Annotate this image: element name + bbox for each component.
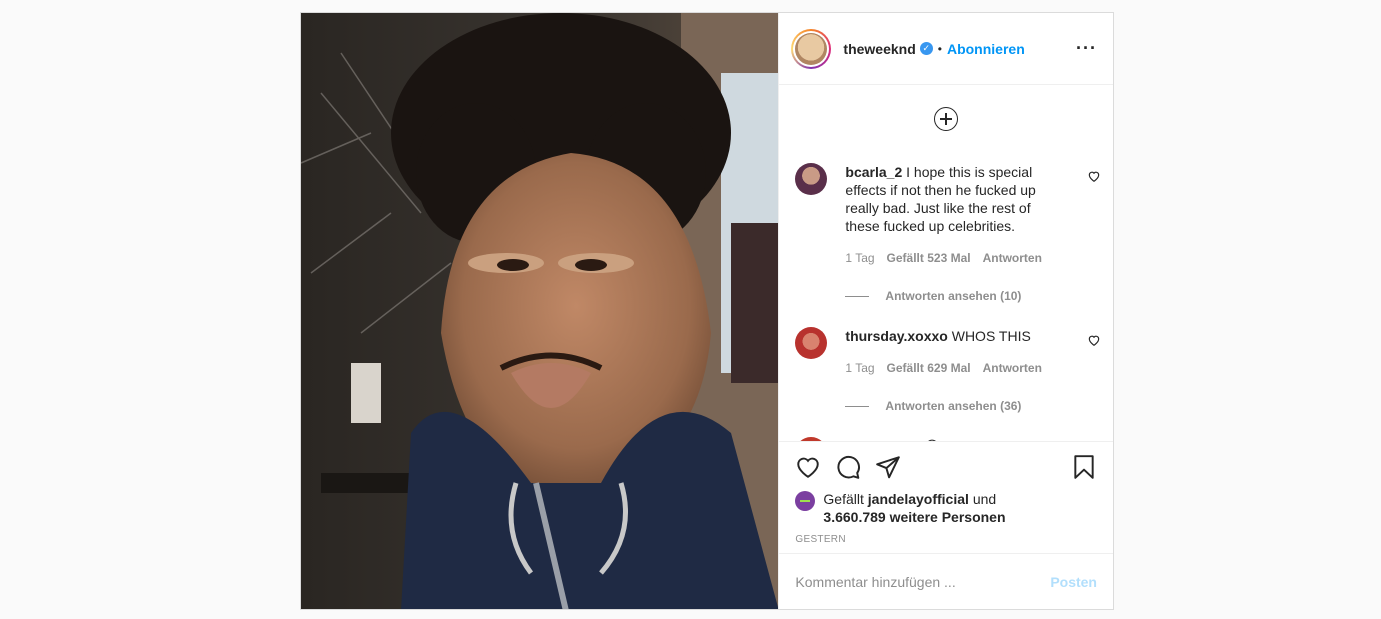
view-replies-button[interactable]: Antworten ansehen (36): [845, 397, 1065, 415]
comment-like-heart-icon[interactable]: [1087, 169, 1101, 183]
post-timestamp[interactable]: GESTERN: [795, 534, 1097, 545]
view-replies-label: Antworten ansehen (36): [885, 399, 1022, 413]
post-photo[interactable]: [301, 13, 779, 609]
comments-list[interactable]: bcarla_2 I hope this is special effects …: [779, 85, 1113, 441]
comment-avatar[interactable]: [795, 327, 828, 359]
post-comment-button[interactable]: Posten: [1050, 574, 1097, 590]
share-paper-plane-icon[interactable]: [875, 454, 901, 480]
reply-button[interactable]: Antworten: [983, 359, 1042, 377]
like-heart-icon[interactable]: [795, 454, 821, 480]
separator-dot: •: [937, 41, 942, 56]
likes-summary: Gefällt jandelayofficial und 3.660.789 w…: [795, 490, 1097, 526]
load-more-comments-icon[interactable]: [934, 107, 959, 131]
save-bookmark-icon[interactable]: [1071, 454, 1097, 480]
selfie-image: [301, 13, 779, 609]
reply-button[interactable]: Antworten: [983, 249, 1042, 267]
comment-username[interactable]: thursday.xoxxo: [845, 328, 947, 344]
comment-likes[interactable]: Gefällt 523 Mal: [887, 249, 971, 267]
likes-conjunction: und: [972, 491, 997, 507]
comment-item: thursday.xoxxo WHOS THIS 1 Tag Gefällt 6…: [779, 319, 1113, 429]
comment-meta: 1 Tag Gefällt 523 Mal Antworten: [845, 249, 1065, 267]
view-replies-button[interactable]: Antworten ansehen (10): [845, 287, 1065, 305]
view-replies-label: Antworten ansehen (10): [885, 289, 1022, 303]
comment-text: 😂: [924, 438, 940, 441]
post-actions: Gefällt jandelayofficial und 3.660.789 w…: [779, 441, 1113, 553]
load-more-comments: [779, 85, 1113, 155]
replies-divider: [845, 405, 870, 407]
comment-avatar[interactable]: [795, 163, 828, 195]
author-avatar[interactable]: [791, 28, 832, 69]
comment-like-heart-icon[interactable]: [1087, 333, 1101, 347]
avatar-image: [795, 32, 828, 65]
follow-button[interactable]: Abonnieren: [947, 41, 1025, 57]
comment-time[interactable]: 1 Tag: [845, 359, 874, 377]
comment-username[interactable]: bcarla_2: [845, 164, 902, 180]
comment-input[interactable]: [795, 573, 1051, 590]
comment-item: bcarla_2 I hope this is special effects …: [779, 155, 1113, 319]
comment-meta: 1 Tag Gefällt 629 Mal Antworten: [845, 359, 1065, 377]
comment-likes[interactable]: Gefällt 629 Mal: [887, 359, 971, 377]
action-icons: [795, 452, 1097, 482]
liker-avatar[interactable]: [795, 491, 816, 511]
comment-bubble-icon[interactable]: [835, 454, 861, 480]
post-sidebar: theweeknd ✓ • Abonnieren ··· bcarla_2 I …: [778, 13, 1113, 609]
post-header: theweeknd ✓ • Abonnieren ···: [779, 13, 1113, 85]
add-comment-bar: Posten: [779, 553, 1113, 609]
comment-item: dennisdi✓ 😂: [779, 429, 1113, 441]
verified-badge-icon: ✓: [919, 42, 933, 55]
liker-username[interactable]: jandelayofficial: [868, 491, 969, 507]
replies-divider: [845, 295, 870, 297]
comment-time[interactable]: 1 Tag: [845, 249, 874, 267]
comment-avatar[interactable]: [795, 437, 828, 441]
likes-prefix: Gefällt: [823, 491, 864, 507]
more-options-icon[interactable]: ···: [1076, 38, 1097, 59]
likes-others[interactable]: 3.660.789 weitere Personen: [823, 509, 1005, 525]
comment-text: WHOS THIS: [951, 328, 1031, 344]
author-username[interactable]: theweeknd: [843, 41, 915, 57]
comment-username[interactable]: dennisdi: [845, 438, 903, 441]
post-container: theweeknd ✓ • Abonnieren ··· bcarla_2 I …: [300, 12, 1114, 610]
